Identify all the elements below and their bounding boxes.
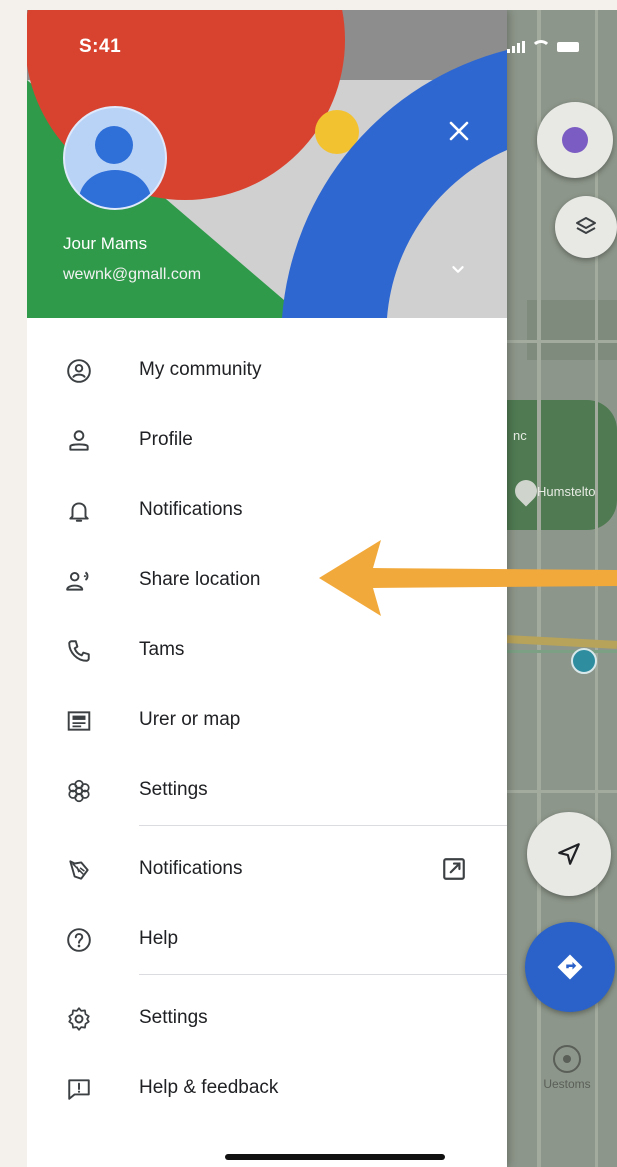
menu-item-label: Tams: [139, 639, 185, 660]
menu-item-label: Help & feedback: [139, 1077, 279, 1098]
bottom-tab-label: Uestoms: [543, 1077, 591, 1091]
directions-button[interactable]: [525, 922, 615, 1012]
layers-icon: [576, 217, 596, 234]
menu-item-help-feedback[interactable]: Help & feedback: [27, 1053, 507, 1123]
saved-tab-icon: [553, 1045, 581, 1073]
menu-item-label: Notifications: [139, 858, 243, 879]
phone-screen: nc Humstelto Uestoms S:41 Jour Mams wewn…: [27, 10, 617, 1167]
battery-icon: [557, 41, 579, 52]
menu-item-notifications-2[interactable]: Notifications: [27, 834, 507, 904]
map-label: Humstelto: [537, 484, 596, 499]
close-button[interactable]: [441, 114, 477, 150]
map-park: [507, 400, 617, 530]
menu-item-label: Settings: [139, 1007, 208, 1028]
map-street: [507, 340, 617, 343]
avatar: [562, 127, 588, 153]
bell-icon: [63, 495, 95, 527]
account-name: Jour Mams: [63, 234, 148, 253]
highlight-arrow-icon: [319, 540, 617, 616]
account-switcher-button[interactable]: [447, 258, 469, 280]
menu-item-label: Notifications: [139, 499, 243, 520]
status-time: S:41: [79, 36, 122, 57]
menu-item-my-community[interactable]: My community: [27, 335, 507, 405]
account-email: wewnk@gmall.com: [63, 266, 202, 283]
menu-divider: [139, 974, 507, 975]
profile-avatar-button[interactable]: [537, 102, 613, 178]
directions-icon: [557, 954, 583, 980]
share-location-icon: [63, 565, 95, 597]
menu-item-label: Urer or map: [139, 709, 241, 730]
community-icon: [63, 355, 95, 387]
wifi-icon: [531, 40, 551, 53]
recenter-button[interactable]: [527, 812, 611, 896]
map-card-icon: [63, 705, 95, 737]
help-icon: [63, 924, 95, 956]
status-bar: S:41: [27, 10, 617, 80]
menu-item-label: Profile: [139, 429, 193, 450]
menu-item-notifications[interactable]: Notifications: [27, 475, 507, 545]
open-external-icon[interactable]: [441, 856, 467, 882]
flower-settings-icon: [63, 775, 95, 807]
leaf-icon: [63, 854, 95, 886]
phone-icon: [63, 635, 95, 667]
menu-item-label: Share location: [139, 569, 261, 590]
bottom-tab-saved[interactable]: Uestoms: [527, 1045, 607, 1091]
menu-item-tams[interactable]: Tams: [27, 615, 507, 685]
map-location-dot-icon[interactable]: [571, 648, 597, 674]
layers-button[interactable]: [555, 196, 617, 258]
navigation-arrow-icon: [558, 843, 580, 865]
home-indicator[interactable]: [225, 1154, 445, 1160]
drawer-menu: My community Profile Notifications Share…: [27, 335, 507, 1123]
map-label: nc: [513, 428, 527, 443]
menu-divider: [139, 825, 507, 826]
menu-item-settings-2[interactable]: Settings: [27, 983, 507, 1053]
gear-icon: [63, 1003, 95, 1035]
map-highway: [507, 650, 617, 653]
menu-item-label: My community: [139, 359, 262, 380]
profile-icon: [63, 425, 95, 457]
avatar[interactable]: [63, 106, 167, 210]
feedback-icon: [63, 1073, 95, 1105]
map-street: [507, 790, 617, 793]
signal-icon: [507, 40, 525, 53]
system-icons: [507, 40, 579, 53]
close-icon: [449, 121, 469, 141]
menu-item-help[interactable]: Help: [27, 904, 507, 974]
menu-item-label: Help: [139, 928, 179, 949]
chevron-down-icon: [452, 266, 464, 273]
menu-item-urer-or-map[interactable]: Urer or map: [27, 685, 507, 755]
map-highway: [506, 635, 617, 649]
menu-item-settings[interactable]: Settings: [27, 755, 507, 825]
menu-item-label: Settings: [139, 779, 208, 800]
menu-item-profile[interactable]: Profile: [27, 405, 507, 475]
